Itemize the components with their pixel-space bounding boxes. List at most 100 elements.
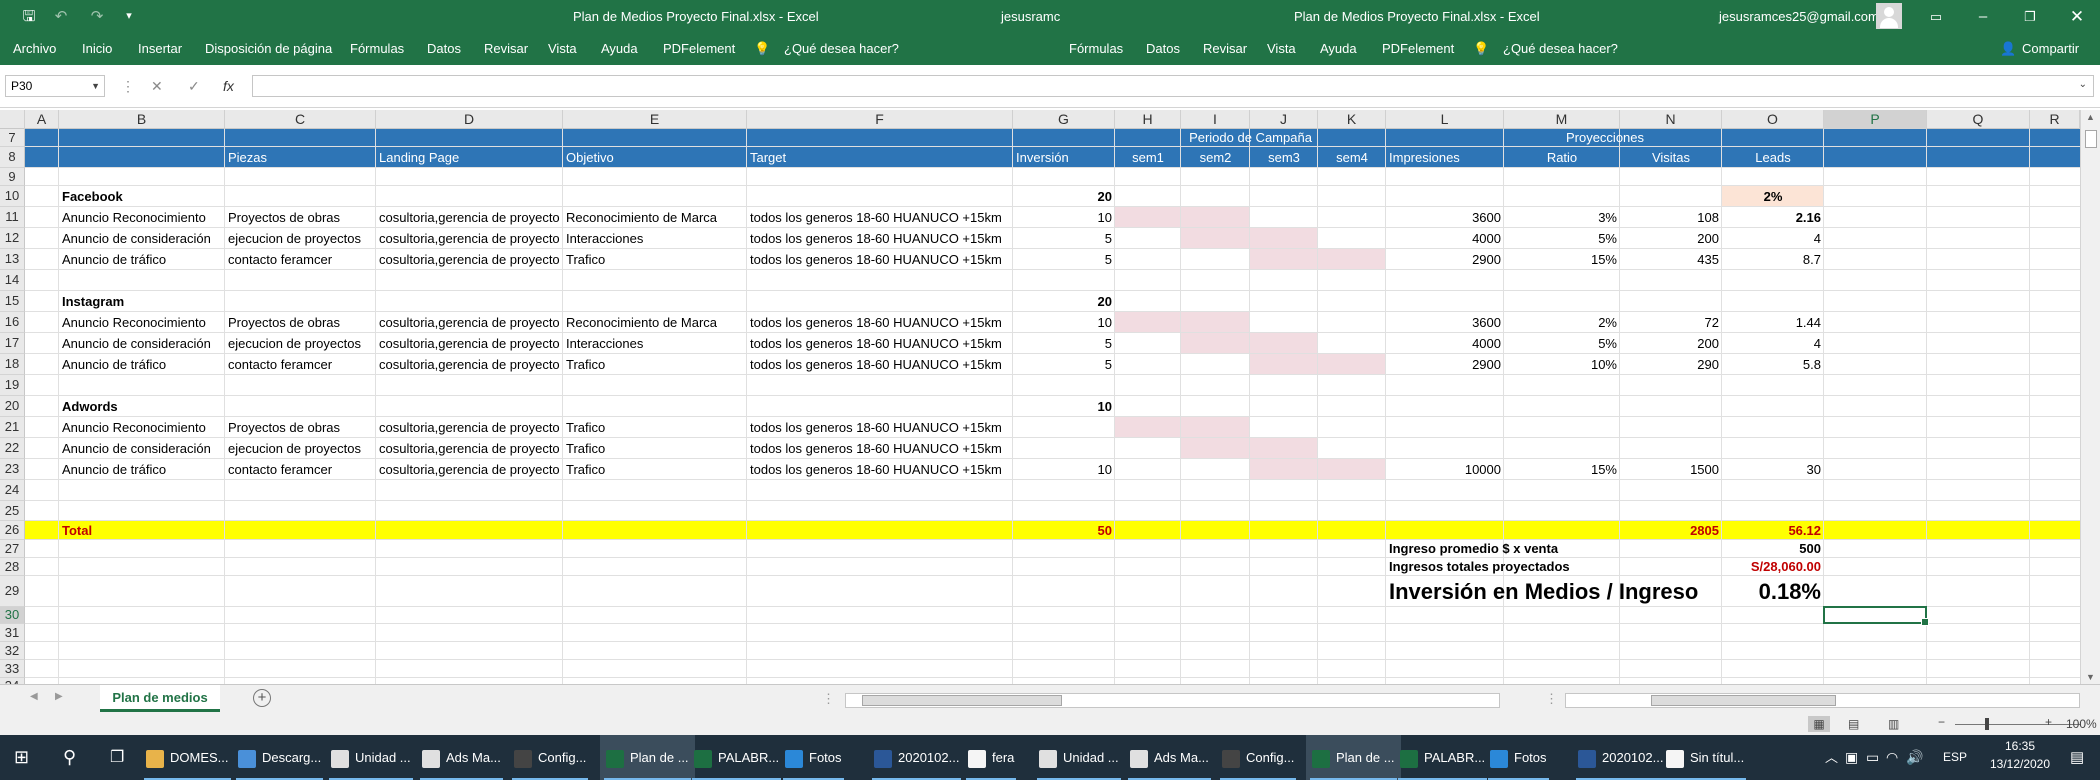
minimize-icon[interactable]: – — [1960, 0, 2006, 33]
column-header-r[interactable]: R — [2030, 110, 2080, 129]
column-header-l[interactable]: L — [1386, 110, 1504, 129]
taskbar-app-11[interactable]: Ads Ma... — [1124, 735, 1215, 780]
close-icon[interactable]: ✕ — [2054, 0, 2100, 33]
clock-date[interactable]: 13/12/2020 — [1985, 757, 2055, 771]
taskbar-app-10[interactable]: Unidad ... — [1033, 735, 1125, 780]
column-header-h[interactable]: H — [1115, 110, 1181, 129]
tab-pdfelement-2[interactable]: PDFelement — [1382, 33, 1454, 65]
taskbar-app-2[interactable]: Unidad ... — [325, 735, 417, 780]
tab-revisar-2[interactable]: Revisar — [1203, 33, 1247, 65]
scroll-thumb[interactable] — [862, 695, 1062, 706]
row-header-9[interactable]: 9 — [0, 168, 25, 186]
task-view-icon[interactable]: ❐ — [110, 735, 124, 780]
row-header-23[interactable]: 23 — [0, 459, 25, 480]
zoom-level[interactable]: 100% — [2066, 717, 2097, 731]
battery-icon[interactable]: ▭ — [1866, 735, 1879, 780]
taskbar-app-1[interactable]: Descarg... — [232, 735, 327, 780]
input-language[interactable]: ESP — [1943, 735, 1967, 780]
taskbar-app-9[interactable]: fera — [962, 735, 1020, 780]
cancel-icon[interactable]: ✕ — [151, 75, 163, 97]
row-header-7[interactable]: 7 — [0, 129, 25, 147]
row-header-16[interactable]: 16 — [0, 312, 25, 333]
horizontal-scrollbar-left[interactable] — [845, 693, 1500, 708]
split-handle-icon[interactable]: ⋮ — [822, 691, 835, 707]
tab-pdfelement[interactable]: PDFelement — [663, 33, 735, 65]
column-header-f[interactable]: F — [747, 110, 1013, 129]
sheet-tab-plan-de-medios[interactable]: Plan de medios — [100, 685, 220, 712]
row-header-32[interactable]: 32 — [0, 642, 25, 660]
row-header-18[interactable]: 18 — [0, 354, 25, 375]
column-header-q[interactable]: Q — [1927, 110, 2030, 129]
name-box[interactable]: P30 ▼ — [5, 75, 105, 97]
tab-insertar[interactable]: Insertar — [138, 33, 182, 65]
column-header-d[interactable]: D — [376, 110, 563, 129]
volume-icon[interactable]: 🔊 — [1906, 735, 1923, 780]
row-header-13[interactable]: 13 — [0, 249, 25, 270]
next-sheet-icon[interactable]: ▶ — [55, 691, 63, 702]
row-header-17[interactable]: 17 — [0, 333, 25, 354]
tray-chevron-icon[interactable]: ︿ — [1825, 735, 1838, 780]
zoom-slider-handle[interactable] — [1985, 718, 1989, 730]
prev-sheet-icon[interactable]: ◀ — [30, 691, 38, 702]
tab-ayuda-2[interactable]: Ayuda — [1320, 33, 1357, 65]
selected-cell-p30[interactable] — [1823, 606, 1929, 626]
spreadsheet-grid[interactable]: Periodo de Campaña Proyecciones Piezas Land… — [25, 129, 2080, 684]
split-handle-icon[interactable]: ⋮ — [1545, 691, 1558, 707]
row-header-29[interactable]: 29 — [0, 576, 25, 607]
chevron-down-icon[interactable]: ▼ — [91, 76, 100, 96]
row-header-10[interactable]: 10 — [0, 186, 25, 207]
horizontal-scrollbar-right[interactable] — [1565, 693, 2080, 708]
column-header-k[interactable]: K — [1318, 110, 1386, 129]
avatar[interactable] — [1876, 3, 1902, 29]
tab-inicio[interactable]: Inicio — [82, 33, 112, 65]
column-header-e[interactable]: E — [563, 110, 747, 129]
scroll-thumb[interactable] — [1651, 695, 1836, 706]
column-header-p[interactable]: P — [1824, 110, 1927, 129]
row-header-25[interactable]: 25 — [0, 501, 25, 521]
zoom-out-icon[interactable]: − — [1938, 715, 1945, 729]
tab-datos[interactable]: Datos — [427, 33, 461, 65]
row-header-24[interactable]: 24 — [0, 480, 25, 501]
customize-toolbar-icon[interactable]: ▾ — [114, 0, 144, 33]
column-header-n[interactable]: N — [1620, 110, 1722, 129]
tab-vista-2[interactable]: Vista — [1267, 33, 1296, 65]
add-sheet-icon[interactable]: + — [253, 689, 271, 707]
row-header-8[interactable]: 8 — [0, 147, 25, 168]
formula-input[interactable]: ⌄ — [252, 75, 2094, 97]
row-header-19[interactable]: 19 — [0, 375, 25, 396]
taskbar-app-13[interactable]: Plan de ... — [1306, 735, 1401, 780]
tell-me-search[interactable]: ¿Qué desea hacer? — [784, 33, 899, 65]
taskbar-app-6[interactable]: PALABR... — [688, 735, 785, 780]
row-header-20[interactable]: 20 — [0, 396, 25, 417]
search-icon[interactable]: ⚲ — [63, 735, 76, 780]
row-header-12[interactable]: 12 — [0, 228, 25, 249]
row-header-33[interactable]: 33 — [0, 660, 25, 678]
enter-icon[interactable]: ✓ — [188, 75, 200, 97]
taskbar-app-15[interactable]: Fotos — [1484, 735, 1553, 780]
redo-icon[interactable]: ↷ — [82, 0, 112, 33]
scroll-thumb[interactable] — [2085, 130, 2097, 148]
vertical-scrollbar[interactable]: ▲ ▼ — [2080, 110, 2100, 684]
row-header-11[interactable]: 11 — [0, 207, 25, 228]
taskbar-app-7[interactable]: Fotos — [779, 735, 848, 780]
tab-ayuda[interactable]: Ayuda — [601, 33, 638, 65]
notifications-icon[interactable]: ▤ — [2070, 735, 2084, 780]
tell-me-search-2[interactable]: ¿Qué desea hacer? — [1503, 33, 1618, 65]
row-header-27[interactable]: 27 — [0, 540, 25, 558]
scroll-down-icon[interactable]: ▼ — [2086, 672, 2095, 682]
page-break-icon[interactable]: ▥ — [1888, 716, 1899, 732]
taskbar-app-5[interactable]: Plan de ... — [600, 735, 695, 780]
row-header-21[interactable]: 21 — [0, 417, 25, 438]
row-header-22[interactable]: 22 — [0, 438, 25, 459]
taskbar-app-3[interactable]: Ads Ma... — [416, 735, 507, 780]
column-header-o[interactable]: O — [1722, 110, 1824, 129]
undo-icon[interactable]: ↶ — [46, 0, 76, 33]
tab-revisar[interactable]: Revisar — [484, 33, 528, 65]
user-email[interactable]: jesusramces25@gmail.com — [1719, 0, 1879, 33]
row-header-31[interactable]: 31 — [0, 624, 25, 642]
windows-start-icon[interactable]: ⊞ — [14, 735, 29, 780]
column-header-j[interactable]: J — [1250, 110, 1318, 129]
row-header-28[interactable]: 28 — [0, 558, 25, 576]
column-header-b[interactable]: B — [59, 110, 225, 129]
normal-view-icon[interactable]: ▦ — [1808, 716, 1830, 732]
